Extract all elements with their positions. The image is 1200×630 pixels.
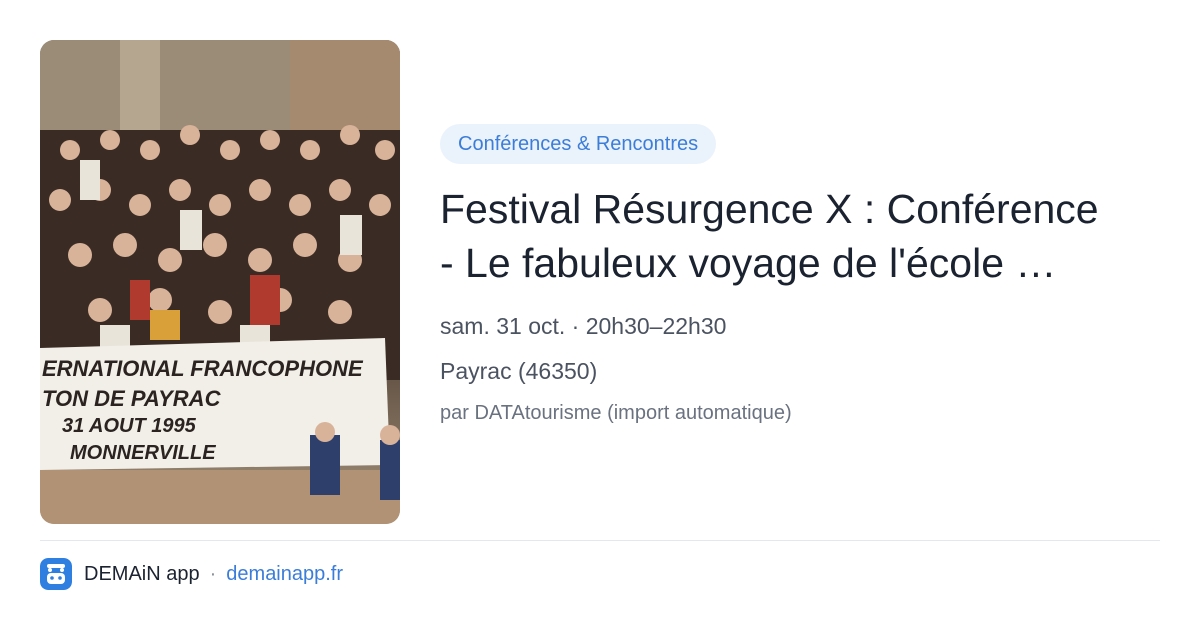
app-url-link[interactable]: demainapp.fr (226, 563, 343, 586)
event-title-line-2: - Le fabuleux voyage de l'école … (440, 240, 1057, 286)
event-photo[interactable]: ERNATIONAL FRANCOPHONE TON DE PAYRAC 31 … (40, 40, 400, 524)
category-chip[interactable]: Conférences & Rencontres (440, 124, 717, 164)
event-source: par DATAtourisme (import automatique) (440, 402, 792, 424)
event-location: Payrac (46350) (440, 358, 598, 384)
footer: DEMAiN app · demainapp.fr (40, 557, 343, 591)
app-name[interactable]: DEMAiN app (84, 563, 200, 586)
banner-line-2: TON DE PAYRAC (42, 386, 222, 411)
divider (40, 540, 1160, 541)
event-date: sam. 31 oct. · 20h30–22h30 (440, 313, 727, 339)
banner-line-3: 31 AOUT 1995 (62, 415, 197, 437)
event-title-line-1: Festival Résurgence X : Conférence (440, 186, 1099, 232)
banner-line-1: ERNATIONAL FRANCOPHONE (42, 356, 364, 381)
photo-illustration: ERNATIONAL FRANCOPHONE TON DE PAYRAC 31 … (40, 40, 400, 524)
banner-line-4: MONNERVILLE (70, 442, 216, 464)
event-title[interactable]: Festival Résurgence X : Conférence - Le … (440, 182, 1160, 290)
footer-separator: · (209, 562, 217, 585)
demain-app-icon[interactable] (40, 558, 72, 590)
